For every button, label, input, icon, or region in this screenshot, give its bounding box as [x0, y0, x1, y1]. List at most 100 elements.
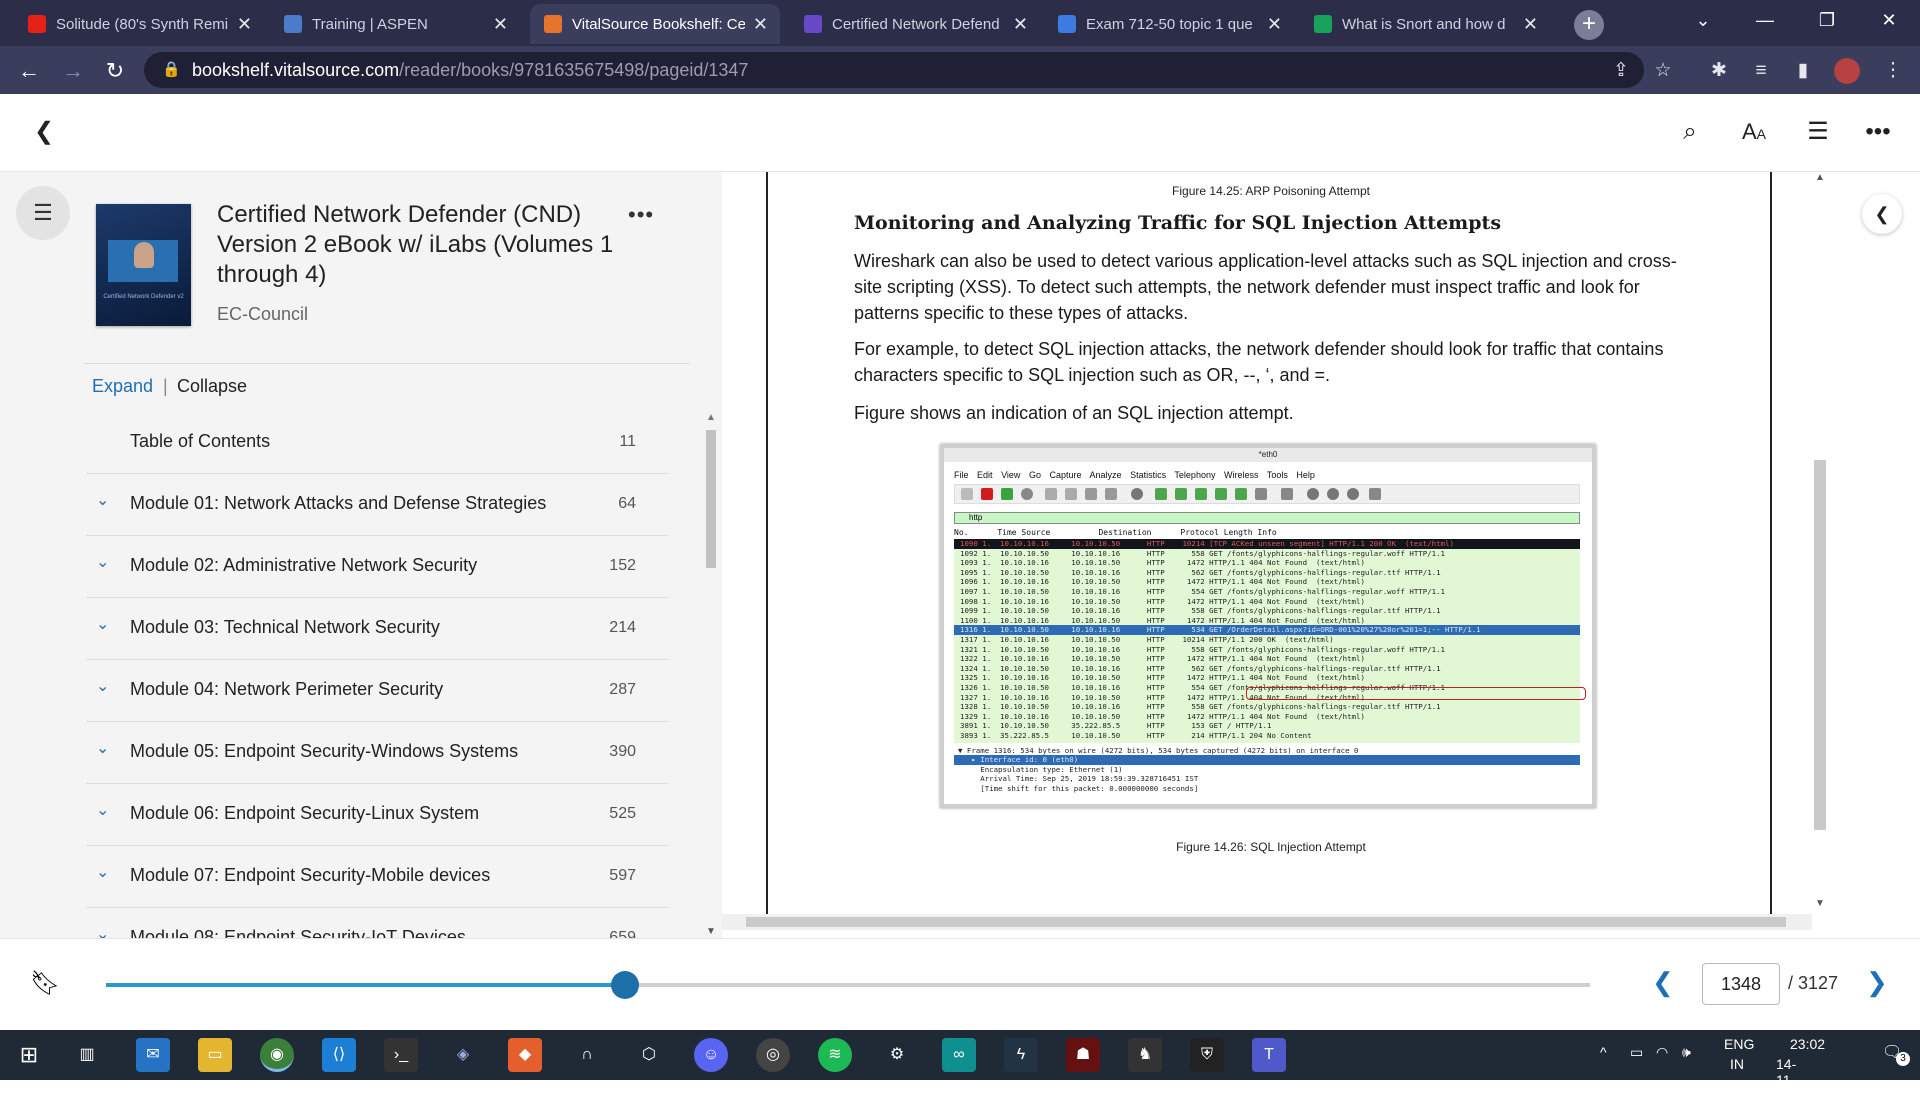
next-page-icon[interactable]: ❯: [1866, 967, 1888, 998]
browser-tab[interactable]: Exam 712-50 topic 1 que ✕: [1044, 4, 1294, 44]
terminal-icon[interactable]: ›_: [384, 1038, 418, 1072]
browser-menu-icon[interactable]: ⋮: [1880, 58, 1906, 84]
bookmark-icon: [544, 15, 562, 33]
close-tab-icon[interactable]: ✕: [1523, 14, 1538, 35]
app-shield-icon[interactable]: ⛨: [1190, 1038, 1224, 1072]
toc-item[interactable]: ⌄ Module 05: Endpoint Security-Windows Sy…: [86, 722, 668, 784]
app-helmet-icon[interactable]: ☗: [1066, 1038, 1100, 1072]
more-options-icon[interactable]: •••: [1860, 114, 1896, 150]
vscode-icon[interactable]: ⟨⟩: [322, 1038, 356, 1072]
progress-knob[interactable]: [611, 971, 640, 999]
sidebar-scrollbar[interactable]: ▲ ▼: [704, 412, 718, 942]
close-window-button[interactable]: ✕: [1858, 0, 1920, 40]
obs-icon[interactable]: ◎: [756, 1038, 790, 1072]
wifi-icon[interactable]: ◠: [1656, 1044, 1668, 1061]
toc-item[interactable]: ⌄ Module 08: Endpoint Security-IoT Device…: [86, 908, 668, 938]
chevron-down-icon[interactable]: ⌄: [96, 740, 114, 758]
forward-button[interactable]: →: [58, 56, 88, 86]
toc-item[interactable]: Table of Contents 11: [86, 412, 668, 474]
discord-icon[interactable]: ☺: [694, 1038, 728, 1072]
file-explorer-icon[interactable]: ▭: [198, 1038, 232, 1072]
tab-search-button[interactable]: ⌄: [1672, 0, 1734, 40]
book-more-button[interactable]: •••: [628, 202, 654, 228]
address-bar[interactable]: 🔒 bookshelf.vitalsource.com/reader/books…: [144, 52, 1644, 88]
toc-item[interactable]: ⌄ Module 06: Endpoint Security-Linux Syst…: [86, 784, 668, 846]
reader-pane: Figure 14.25: ARP Poisoning Attempt Moni…: [722, 172, 1920, 938]
headset-icon[interactable]: ∩: [570, 1038, 604, 1072]
browser-tab[interactable]: VitalSource Bookshelf: Cer ✕: [530, 4, 780, 44]
collapse-link[interactable]: Collapse: [177, 376, 247, 397]
chevron-down-icon[interactable]: ⌄: [96, 492, 114, 510]
bookmark-star-icon[interactable]: ☆: [1650, 58, 1676, 84]
language-code[interactable]: ENG: [1724, 1036, 1754, 1052]
close-tab-icon[interactable]: ✕: [753, 14, 768, 35]
close-tab-icon[interactable]: ✕: [237, 14, 252, 35]
packet-row: 1099 1. 10.10.10.50 10.10.10.16 HTTP 558…: [960, 606, 1441, 616]
expand-link[interactable]: Expand: [92, 376, 153, 397]
toc-item[interactable]: ⌄ Module 04: Network Perimeter Security 28…: [86, 660, 668, 722]
browser-tab[interactable]: What is Snort and how d ✕: [1300, 4, 1550, 44]
reload-button[interactable]: ↻: [100, 56, 130, 86]
close-tab-icon[interactable]: ✕: [493, 14, 508, 35]
chrome-icon[interactable]: ◉: [260, 1038, 294, 1072]
new-tab-button[interactable]: +: [1574, 10, 1604, 40]
toc-item-page: 287: [609, 681, 636, 698]
chevron-down-icon[interactable]: ⌄: [96, 926, 114, 938]
close-tab-icon[interactable]: ✕: [1013, 14, 1028, 35]
toc-item[interactable]: ⌄ Module 01: Network Attacks and Defense …: [86, 474, 668, 536]
text-size-icon[interactable]: AA: [1736, 114, 1772, 150]
task-view-icon[interactable]: ▥: [70, 1038, 104, 1072]
settings-icon[interactable]: ⚙: [880, 1038, 914, 1072]
toc-item[interactable]: ⌄ Module 02: Administrative Network Secur…: [86, 536, 668, 598]
teams-icon[interactable]: T: [1252, 1038, 1286, 1072]
chevron-down-icon[interactable]: ⌄: [96, 678, 114, 696]
region-code[interactable]: IN: [1730, 1056, 1744, 1072]
app-soldier-icon[interactable]: ♞: [1128, 1038, 1162, 1072]
collapse-panel-icon[interactable]: ❮: [1862, 194, 1902, 234]
media-queue-icon[interactable]: ≡: [1748, 58, 1774, 84]
page-progress-slider[interactable]: [106, 971, 1590, 999]
mail-icon[interactable]: ✉: [136, 1038, 170, 1072]
browser-tab[interactable]: Training | ASPEN ✕: [270, 4, 520, 44]
toc-item[interactable]: ⌄ Module 07: Endpoint Security-Mobile dev…: [86, 846, 668, 908]
packet-row: 1090 1. 10.10.10.16 10.10.10.50 HTTP 102…: [954, 539, 1580, 549]
arduino-icon[interactable]: ∞: [942, 1038, 976, 1072]
open-file-icon: [1045, 488, 1057, 500]
tray-chevron-icon[interactable]: ^: [1600, 1044, 1607, 1060]
menu-icon[interactable]: ☰: [16, 186, 70, 240]
battery-icon[interactable]: ▭: [1630, 1044, 1643, 1061]
previous-page-icon[interactable]: ❮: [1652, 967, 1674, 998]
toc-item-page: 214: [609, 619, 636, 636]
side-panel-icon[interactable]: ▮: [1790, 58, 1816, 84]
chevron-down-icon[interactable]: ⌄: [96, 554, 114, 572]
bookmark-icon[interactable]: 🔖︎: [30, 969, 60, 999]
cube-icon[interactable]: ⬡: [632, 1038, 666, 1072]
back-chevron-icon[interactable]: ❮: [26, 114, 62, 150]
clock-time[interactable]: 23:02: [1790, 1036, 1825, 1052]
toc-item[interactable]: ⌄ Module 03: Technical Network Security 21…: [86, 598, 668, 660]
back-button[interactable]: ←: [14, 56, 44, 86]
reader-horizontal-scrollbar[interactable]: [722, 914, 1812, 930]
git-icon[interactable]: ◆: [508, 1038, 542, 1072]
reader-scrollbar[interactable]: ▲ ▼: [1812, 172, 1828, 938]
restore-button[interactable]: ❐: [1796, 0, 1858, 40]
close-tab-icon[interactable]: ✕: [1267, 14, 1282, 35]
extensions-icon[interactable]: ✱: [1706, 58, 1732, 84]
page-number-input[interactable]: 1348: [1702, 963, 1780, 1005]
chevron-down-icon[interactable]: ⌄: [96, 864, 114, 882]
app-eye-icon[interactable]: ◈: [446, 1038, 480, 1072]
bookmarks-list-icon[interactable]: ☰: [1800, 114, 1836, 150]
spotify-icon[interactable]: ≋: [818, 1038, 852, 1072]
chevron-down-icon[interactable]: ⌄: [96, 616, 114, 634]
share-icon[interactable]: ⇪: [1608, 58, 1634, 84]
volume-icon[interactable]: 🕪︎: [1682, 1044, 1691, 1061]
windows-start-icon[interactable]: ⊞: [12, 1038, 46, 1072]
browser-tab[interactable]: Solitude (80's Synth Remi ✕: [14, 4, 264, 44]
search-icon[interactable]: ⌕: [1672, 114, 1708, 150]
app-bolt-icon[interactable]: ϟ: [1004, 1038, 1038, 1072]
browser-tab[interactable]: Certified Network Defend ✕: [790, 4, 1040, 44]
chevron-down-icon[interactable]: ⌄: [96, 802, 114, 820]
profile-avatar[interactable]: [1834, 58, 1860, 84]
minimize-button[interactable]: —: [1734, 0, 1796, 40]
clock-date[interactable]: 14-11-2022: [1776, 1056, 1807, 1104]
